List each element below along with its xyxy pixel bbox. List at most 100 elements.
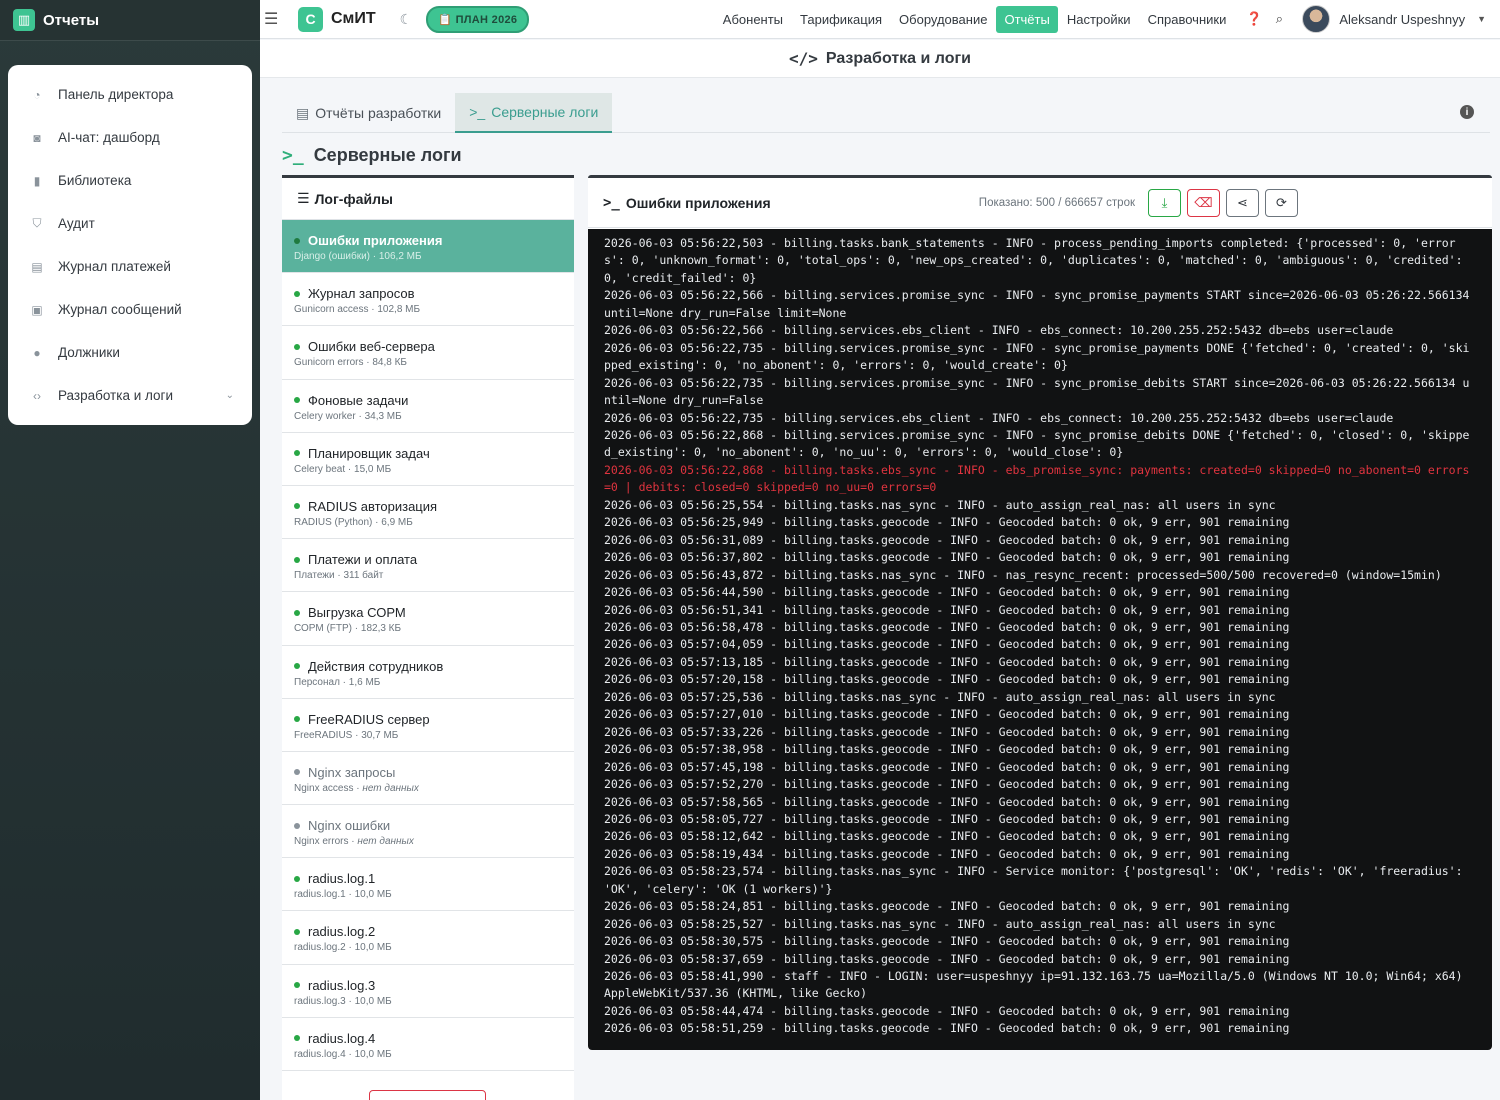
page-title-text: Разработка и логи	[825, 49, 972, 67]
log-file-name-text: radius.log.2	[308, 924, 376, 940]
log-file-name: Платежи и оплата	[294, 552, 562, 567]
log-file-item[interactable]: Планировщик задач Celery beat · 15,0 МБ	[282, 433, 574, 486]
share-button[interactable]: ⋖	[1226, 188, 1259, 217]
log-file-item[interactable]: RADIUS авторизация RADIUS (Python) · 6,9 …	[282, 486, 574, 540]
log-file-item[interactable]: Платежи и оплата Платежи · 311 байт	[282, 539, 574, 593]
log-file-item[interactable]: radius.log.4 radius.log.4 · 10,0 МБ	[282, 1018, 574, 1071]
log-line: 2026-06-03 05:56:22,735 - billing.servic…	[604, 410, 1394, 425]
plan-badge[interactable]: 📋 ПЛАН 2026	[426, 5, 530, 33]
log-file-item[interactable]: Журнал запросов Gunicorn access · 102,8 М…	[282, 273, 574, 327]
log-line: 2026-06-03 05:58:25,527 - billing.tasks.…	[604, 916, 1276, 931]
logo-text[interactable]: СмИТ	[331, 10, 376, 28]
log-file-name-text: Платежи и оплата	[308, 552, 418, 568]
status-dot-icon	[294, 769, 300, 776]
log-file-item[interactable]: Фоновые задачи Celery worker · 34,3 МБ	[282, 380, 574, 433]
log-file-meta-text: СОРМ (FTP) · 182,3 КБ	[294, 623, 402, 635]
top-navbar: ☰ С СмИТ ☾ 📋 ПЛАН 2026 Абоненты Тарифика…	[260, 0, 1500, 39]
log-line: 2026-06-03 05:56:25,554 - billing.tasks.…	[604, 497, 1276, 512]
log-file-item[interactable]: Ошибки веб-сервера Gunicorn errors · 84,8…	[282, 326, 574, 380]
sidebar-item-label: Журнал платежей	[58, 259, 171, 274]
log-line: 2026-06-03 05:56:58,478 - billing.tasks.…	[604, 619, 1290, 634]
sidebar-item-ai-chat[interactable]: ◙ AI-чат: дашборд	[8, 116, 252, 159]
sidebar-item-dev-logs[interactable]: ‹› Разработка и логи ⌄	[8, 374, 252, 417]
log-file-name: radius.log.1	[294, 871, 562, 886]
info-icon[interactable]: i	[1460, 105, 1474, 119]
log-file-item[interactable]: radius.log.1 radius.log.1 · 10,0 МБ	[282, 858, 574, 912]
sidebar-item-audit[interactable]: ⛉ Аудит	[8, 202, 252, 245]
log-file-name-text: radius.log.4	[308, 1030, 376, 1046]
hamburger-menu-icon[interactable]: ☰	[264, 9, 278, 29]
help-icon[interactable]: ❓	[1246, 11, 1262, 27]
log-file-meta: RADIUS (Python) · 6,9 МБ	[294, 517, 562, 528]
log-file-item[interactable]: Выгрузка СОРМ СОРМ (FTP) · 182,3 КБ	[282, 592, 574, 646]
log-file-meta-text: Gunicorn errors · 84,8 КБ	[294, 357, 407, 369]
message-icon: ▣	[31, 302, 43, 317]
log-file-name: Журнал запросов	[294, 286, 562, 301]
chevron-down-icon[interactable]: ⌄	[226, 390, 234, 401]
status-dot-icon	[294, 290, 300, 297]
clear-logs-button[interactable]	[369, 1090, 486, 1100]
logo-icon[interactable]: С	[298, 6, 323, 32]
lines-shown-counter: Показано: 500 / 666657 строк	[978, 196, 1135, 209]
tab-label: Отчёты разработки	[315, 105, 442, 121]
log-file-name: Фоновые задачи	[294, 393, 562, 408]
nav-equipment[interactable]: Оборудование	[891, 6, 995, 33]
avatar[interactable]	[1302, 5, 1331, 33]
nav-abonents[interactable]: Абоненты	[715, 6, 791, 33]
sidebar-item-library[interactable]: ▮ Библиотека	[8, 159, 252, 202]
log-viewer-panel: >_ Ошибки приложения Показано: 500 / 666…	[588, 175, 1492, 1050]
log-files-header: ☰ Лог-файлы	[282, 178, 574, 220]
log-file-list: Ошибки приложения Django (ошибки) · 106,2…	[282, 220, 574, 1071]
log-file-name: Nginx ошибки	[294, 818, 562, 833]
log-file-item[interactable]: Ошибки приложения Django (ошибки) · 106,2…	[282, 220, 574, 274]
log-file-meta-text: Платежи · 311 байт	[294, 570, 384, 582]
sidebar-item-director-panel[interactable]: ◔ Панель директора	[8, 73, 252, 116]
log-line: 2026-06-03 05:58:44,474 - billing.tasks.…	[604, 1003, 1290, 1018]
log-file-item[interactable]: radius.log.2 radius.log.2 · 10,0 МБ	[282, 911, 574, 965]
nav-references[interactable]: Справочники	[1140, 6, 1235, 33]
log-file-name-text: FreeRADIUS сервер	[308, 711, 430, 727]
log-file-name: Выгрузка СОРМ	[294, 605, 562, 620]
log-file-meta: Gunicorn access · 102,8 МБ	[294, 304, 562, 315]
log-file-meta-text: radius.log.4 · 10,0 МБ	[294, 1048, 392, 1060]
log-file-name-text: Действия сотрудников	[308, 658, 444, 674]
nav-reports[interactable]: Отчёты	[996, 5, 1058, 33]
refresh-button[interactable]: ⟳	[1265, 188, 1298, 217]
log-line: 2026-06-03 05:58:12,642 - billing.tasks.…	[604, 829, 1290, 844]
moon-icon[interactable]: ☾	[400, 11, 413, 28]
sidebar-item-label: Панель директора	[58, 87, 174, 102]
log-line: 2026-06-03 05:57:45,198 - billing.tasks.…	[604, 759, 1290, 774]
download-button[interactable]: ⤓	[1148, 188, 1181, 217]
log-viewer-header: >_ Ошибки приложения Показано: 500 / 666…	[588, 178, 1492, 228]
log-file-meta-text: RADIUS (Python) · 6,9 МБ	[294, 516, 413, 528]
caret-down-icon[interactable]: ▼	[1477, 14, 1486, 24]
log-file-meta: radius.log.3 · 10,0 МБ	[294, 996, 562, 1007]
sidebar-item-payments-journal[interactable]: ▤ Журнал платежей	[8, 245, 252, 288]
log-file-meta-text: Nginx access ·	[294, 782, 363, 794]
log-file-no-data: нет данных	[362, 782, 419, 794]
sidebar-brand[interactable]: ▥ Отчеты	[0, 0, 260, 41]
sidebar-item-debtors[interactable]: ● Должники	[8, 331, 252, 374]
tab-dev-reports[interactable]: ▤ Отчёты разработки	[282, 93, 455, 133]
search-icon[interactable]: ⌕	[1272, 11, 1286, 27]
log-file-item[interactable]: radius.log.3 radius.log.3 · 10,0 МБ	[282, 965, 574, 1018]
log-line: 2026-06-03 05:57:38,958 - billing.tasks.…	[604, 742, 1290, 757]
log-file-item[interactable]: FreeRADIUS сервер FreeRADIUS · 30,7 МБ	[282, 699, 574, 752]
log-file-meta-text: Celery beat · 15,0 МБ	[294, 463, 392, 475]
log-line: 2026-06-03 05:57:58,565 - billing.tasks.…	[604, 794, 1290, 809]
log-file-item[interactable]: Nginx ошибки Nginx errors · нет данных	[282, 805, 574, 859]
log-console[interactable]: 2026-06-03 05:56:22,503 - billing.tasks.…	[588, 229, 1492, 1050]
log-line: 2026-06-03 05:56:25,949 - billing.tasks.…	[604, 515, 1290, 530]
log-file-item[interactable]: Действия сотрудников Персонал · 1,6 МБ	[282, 646, 574, 699]
clear-log-button[interactable]: ⌫	[1187, 188, 1220, 217]
log-file-name-text: Фоновые задачи	[308, 392, 409, 408]
log-file-item[interactable]: Nginx запросы Nginx access · нет данных	[282, 752, 574, 806]
log-file-meta: Nginx errors · нет данных	[294, 836, 562, 847]
log-file-meta: Gunicorn errors · 84,8 КБ	[294, 357, 562, 368]
user-name[interactable]: Aleksandr Uspeshnyy	[1339, 12, 1465, 27]
log-file-name: Планировщик задач	[294, 446, 562, 461]
nav-tariffs[interactable]: Тарификация	[792, 6, 890, 33]
sidebar-item-messages-journal[interactable]: ▣ Журнал сообщений	[8, 288, 252, 331]
tab-server-logs[interactable]: >_ Серверные логи	[455, 93, 613, 133]
nav-settings[interactable]: Настройки	[1059, 6, 1139, 33]
